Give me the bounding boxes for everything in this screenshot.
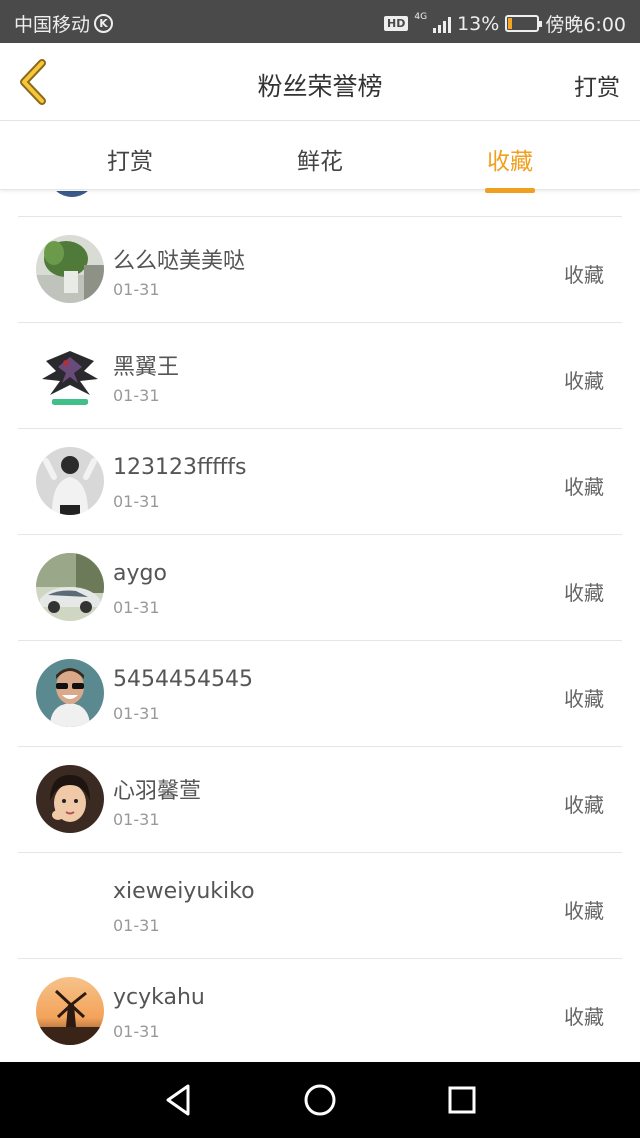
system-nav-bar bbox=[0, 1062, 640, 1138]
avatar bbox=[36, 447, 104, 515]
battery-percent: 13% bbox=[457, 12, 500, 35]
user-name: 心羽馨萱 bbox=[113, 779, 202, 804]
tab-reward[interactable]: 打赏 bbox=[70, 142, 190, 176]
avatar bbox=[36, 341, 104, 409]
list-item[interactable]: 心羽馨萱 01-31 收藏 bbox=[18, 747, 622, 853]
tab-bar: 打赏 鲜花 收藏 bbox=[0, 122, 640, 193]
type-label: 收藏 bbox=[564, 581, 604, 605]
date: 01-31 bbox=[113, 810, 160, 829]
avatar bbox=[36, 977, 104, 1045]
date: 01-31 bbox=[113, 492, 160, 511]
user-name: aygo bbox=[113, 561, 167, 586]
tab-flowers[interactable]: 鲜花 bbox=[260, 142, 380, 176]
type-label: 收藏 bbox=[564, 475, 604, 499]
hd-badge: HD bbox=[384, 16, 409, 31]
list-item[interactable]: 么么哒美美哒 01-31 收藏 bbox=[18, 217, 622, 323]
date: 01-31 bbox=[113, 1022, 160, 1041]
battery-icon bbox=[505, 15, 543, 32]
status-left: 中国移动 K bbox=[14, 10, 114, 37]
home-circle-icon bbox=[304, 1084, 336, 1116]
carrier-badge: K bbox=[94, 14, 114, 33]
user-name: 么么哒美美哒 bbox=[113, 249, 246, 274]
type-label: 收藏 bbox=[564, 1005, 604, 1029]
avatar bbox=[36, 871, 104, 939]
type-label: 收藏 bbox=[564, 687, 604, 711]
fan-list[interactable]: 么么哒美美哒 01-31 收藏 黑翼王 01-31 收藏 123123fffff… bbox=[0, 191, 640, 1062]
nav-recents-button[interactable] bbox=[442, 1080, 482, 1120]
list-item[interactable]: 黑翼王 01-31 收藏 bbox=[18, 323, 622, 429]
recents-square-icon bbox=[448, 1086, 476, 1114]
user-name: 黑翼王 bbox=[113, 355, 180, 380]
nav-back-button[interactable] bbox=[158, 1080, 198, 1120]
list-item-partial bbox=[18, 191, 622, 217]
avatar bbox=[36, 659, 104, 727]
type-label: 收藏 bbox=[564, 899, 604, 923]
tab-label: 鲜花 bbox=[297, 149, 343, 175]
date: 01-31 bbox=[113, 386, 160, 405]
type-label: 收藏 bbox=[564, 369, 604, 393]
avatar bbox=[48, 191, 96, 197]
tab-label: 打赏 bbox=[107, 149, 153, 175]
nav-home-button[interactable] bbox=[300, 1080, 340, 1120]
tab-label: 收藏 bbox=[487, 149, 533, 175]
signal-icon bbox=[433, 15, 452, 33]
avatar bbox=[36, 765, 104, 833]
date: 01-31 bbox=[113, 704, 160, 723]
page-title: 粉丝荣誉榜 bbox=[257, 72, 383, 101]
network-type: 4G bbox=[414, 12, 428, 22]
avatar bbox=[36, 553, 104, 621]
screen: 中国移动 K HD 4G 13% 傍晚6:00 粉丝荣誉榜 打赏 打赏 鲜花 收… bbox=[0, 0, 640, 1138]
app-header: 粉丝荣誉榜 打赏 bbox=[0, 43, 640, 121]
date: 01-31 bbox=[113, 280, 160, 299]
status-bar: 中国移动 K HD 4G 13% 傍晚6:00 bbox=[0, 0, 640, 43]
user-name: 123123fffffs bbox=[113, 455, 247, 480]
user-name: 5454454545 bbox=[113, 667, 253, 692]
carrier-name: 中国移动 bbox=[14, 14, 91, 36]
list-item[interactable]: aygo 01-31 收藏 bbox=[18, 535, 622, 641]
date: 01-31 bbox=[113, 598, 160, 617]
list-item[interactable]: 123123fffffs 01-31 收藏 bbox=[18, 429, 622, 535]
tab-favorites[interactable]: 收藏 bbox=[450, 142, 570, 193]
status-right: HD 4G 13% 傍晚6:00 bbox=[384, 10, 626, 37]
user-name: ycykahu bbox=[113, 985, 205, 1010]
back-triangle-icon bbox=[166, 1084, 190, 1116]
avatar bbox=[36, 235, 104, 303]
reward-button[interactable]: 打赏 bbox=[574, 68, 620, 102]
type-label: 收藏 bbox=[564, 263, 604, 287]
date: 01-31 bbox=[113, 916, 160, 935]
list-item[interactable]: xieweiyukiko 01-31 收藏 bbox=[18, 853, 622, 959]
tab-underline bbox=[485, 188, 535, 193]
list-item[interactable]: 5454454545 01-31 收藏 bbox=[18, 641, 622, 747]
user-name: xieweiyukiko bbox=[113, 879, 255, 904]
type-label: 收藏 bbox=[564, 793, 604, 817]
list-item[interactable]: ycykahu 01-31 收藏 bbox=[18, 959, 622, 1062]
clock: 傍晚6:00 bbox=[545, 14, 626, 36]
